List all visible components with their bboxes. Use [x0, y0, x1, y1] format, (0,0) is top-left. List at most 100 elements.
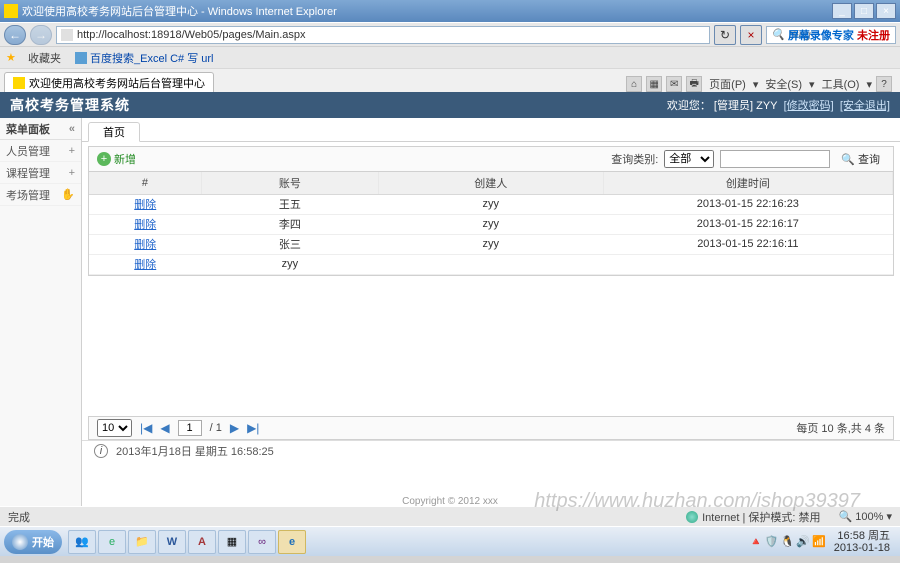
home-icon[interactable]: ⌂ — [626, 76, 642, 92]
tray-icon[interactable]: 🐧 — [781, 535, 795, 548]
tab-title: 欢迎使用高校考务网站后台管理中心 — [29, 75, 205, 91]
browser-tab[interactable]: 欢迎使用高校考务网站后台管理中心 — [4, 72, 214, 92]
app-footer: i 2013年1月18日 星期五 16:58:25 — [82, 440, 900, 462]
taskbar-app-2[interactable]: e — [98, 530, 126, 554]
taskbar-app-6[interactable]: ▦ — [218, 530, 246, 554]
add-button[interactable]: + 新增 — [97, 151, 136, 167]
taskbar-vs[interactable]: ∞ — [248, 530, 276, 554]
stop-button[interactable]: × — [740, 25, 762, 45]
system-tray: 🔺 🛡️ 🐧 🔊 📶 16:58 周五 2013-01-18 — [749, 530, 896, 554]
col-created: 创建时间 — [603, 172, 892, 194]
copyright-text: Copyright © 2012 xxx — [0, 496, 900, 507]
taskbar-access[interactable]: A — [188, 530, 216, 554]
menu-safety[interactable]: 安全(S) — [762, 76, 805, 92]
page-size-select[interactable]: 10 — [97, 419, 132, 437]
menu-page[interactable]: 页面(P) — [706, 76, 749, 92]
url-text: http://localhost:18918/Web05/pages/Main.… — [77, 29, 306, 41]
taskbar-word[interactable]: W — [158, 530, 186, 554]
taskbar-app-3[interactable]: 📁 — [128, 530, 156, 554]
cell-time: 2013-01-15 22:16:17 — [603, 214, 892, 234]
tray-icon[interactable]: 🔺 — [749, 535, 763, 548]
page-number-input[interactable] — [178, 420, 202, 436]
recorder-watermark: 屏幕录像专家 未注册 — [788, 26, 890, 43]
start-button[interactable]: 开始 — [4, 530, 62, 554]
search-type-select[interactable]: 全部 — [664, 150, 714, 168]
menu-tools[interactable]: 工具(O) — [819, 76, 863, 92]
sidebar-header: 菜单面板 « — [0, 118, 81, 140]
main-tab-label: 首页 — [103, 124, 125, 140]
forward-button[interactable]: → — [30, 25, 52, 45]
favorites-bar: ★ 收藏夹 百度搜索_Excel C# 写 url — [0, 46, 900, 68]
delete-link[interactable]: 删除 — [134, 239, 156, 251]
last-page-button[interactable]: ▶| — [247, 421, 259, 435]
sidebar-header-label: 菜单面板 — [6, 121, 50, 137]
sidebar-item-people[interactable]: 人员管理 + — [0, 140, 81, 162]
search-type-label: 查询类别: — [611, 151, 658, 167]
total-pages: / 1 — [210, 422, 222, 434]
first-page-button[interactable]: |◀ — [140, 421, 152, 435]
taskbar-clock[interactable]: 16:58 周五 2013-01-18 — [828, 530, 896, 554]
address-bar: ← → http://localhost:18918/Web05/pages/M… — [0, 22, 900, 46]
mail-icon[interactable]: ✉ — [666, 76, 682, 92]
collapse-icon[interactable]: « — [69, 123, 75, 135]
print-icon[interactable]: 🖶 — [686, 76, 702, 92]
main-tab-home[interactable]: 首页 — [88, 122, 140, 142]
minimize-button[interactable]: _ — [832, 3, 852, 19]
next-page-button[interactable]: ▶ — [230, 421, 239, 435]
tray-icon[interactable]: 📶 — [812, 535, 826, 548]
zoom-control[interactable]: 🔍 100% ▾ — [839, 510, 892, 523]
favorite-favicon — [75, 52, 87, 64]
ie-status-bar: 完成 Internet | 保护模式: 禁用 🔍 100% ▾ — [0, 506, 900, 526]
cell-account: 王五 — [201, 194, 378, 214]
logout-link[interactable]: [安全退出] — [840, 100, 890, 112]
search-button[interactable]: 🔍 查询 — [836, 151, 885, 167]
favorite-item-label: 百度搜索_Excel C# 写 url — [90, 50, 213, 66]
security-zone[interactable]: Internet | 保护模式: 禁用 — [686, 509, 820, 525]
favorite-item[interactable]: 百度搜索_Excel C# 写 url — [75, 50, 213, 66]
delete-link[interactable]: 删除 — [134, 259, 156, 271]
taskbar-app-1[interactable]: 👥 — [68, 530, 96, 554]
cell-creator: zyy — [378, 234, 603, 254]
col-creator: 创建人 — [378, 172, 603, 194]
favorites-label[interactable]: 收藏夹 — [28, 50, 61, 66]
close-button[interactable]: × — [876, 3, 896, 19]
info-icon: i — [94, 444, 108, 458]
tray-icon[interactable]: 🛡️ — [765, 535, 779, 548]
expand-icon: + — [69, 167, 75, 179]
col-action: # — [89, 172, 201, 194]
cell-time — [603, 254, 892, 274]
tray-icon[interactable]: 🔊 — [796, 535, 810, 548]
maximize-button[interactable]: □ — [854, 3, 874, 19]
sidebar-item-examroom[interactable]: 考场管理 ✋ — [0, 184, 81, 206]
table-row: 删除王五zyy2013-01-15 22:16:23 — [89, 194, 893, 214]
expand-icon: + — [69, 145, 75, 157]
browser-tabs: 欢迎使用高校考务网站后台管理中心 ⌂ ▦ ✉ 🖶 页面(P)▾ 安全(S)▾ 工… — [0, 68, 900, 92]
delete-link[interactable]: 删除 — [134, 219, 156, 231]
star-icon[interactable]: ★ — [6, 51, 20, 65]
tab-favicon — [13, 77, 25, 89]
change-password-link[interactable]: [修改密码] — [784, 100, 834, 112]
cell-time: 2013-01-15 22:16:11 — [603, 234, 892, 254]
cell-account: 李四 — [201, 214, 378, 234]
help-icon[interactable]: ? — [876, 76, 892, 92]
url-input[interactable]: http://localhost:18918/Web05/pages/Main.… — [56, 26, 710, 44]
grid-toolbar: + 新增 查询类别: 全部 🔍 查询 — [88, 146, 894, 172]
cell-creator — [378, 254, 603, 274]
window-title: 欢迎使用高校考务网站后台管理中心 - Windows Internet Expl… — [22, 3, 832, 19]
prev-page-button[interactable]: ◀ — [160, 421, 169, 435]
search-icon: 🔍 — [771, 28, 785, 41]
back-button[interactable]: ← — [4, 25, 26, 45]
refresh-button[interactable]: ↻ — [714, 25, 736, 45]
search-input[interactable] — [720, 150, 830, 168]
plus-icon: + — [97, 152, 111, 166]
app-header: 高校考务管理系统 欢迎您： [管理员] ZYY [修改密码] [安全退出] — [0, 92, 900, 118]
main-panel: 首页 + 新增 查询类别: 全部 🔍 查询 — [82, 118, 900, 506]
feeds-icon[interactable]: ▦ — [646, 76, 662, 92]
delete-link[interactable]: 删除 — [134, 199, 156, 211]
sidebar-item-course[interactable]: 课程管理 + — [0, 162, 81, 184]
cell-account: zyy — [201, 254, 378, 274]
globe-icon — [686, 511, 698, 523]
taskbar-ie[interactable]: e — [278, 530, 306, 554]
cell-account: 张三 — [201, 234, 378, 254]
taskbar: 开始 👥 e 📁 W A ▦ ∞ e 🔺 🛡️ 🐧 🔊 📶 16:58 周五 2… — [0, 526, 900, 556]
